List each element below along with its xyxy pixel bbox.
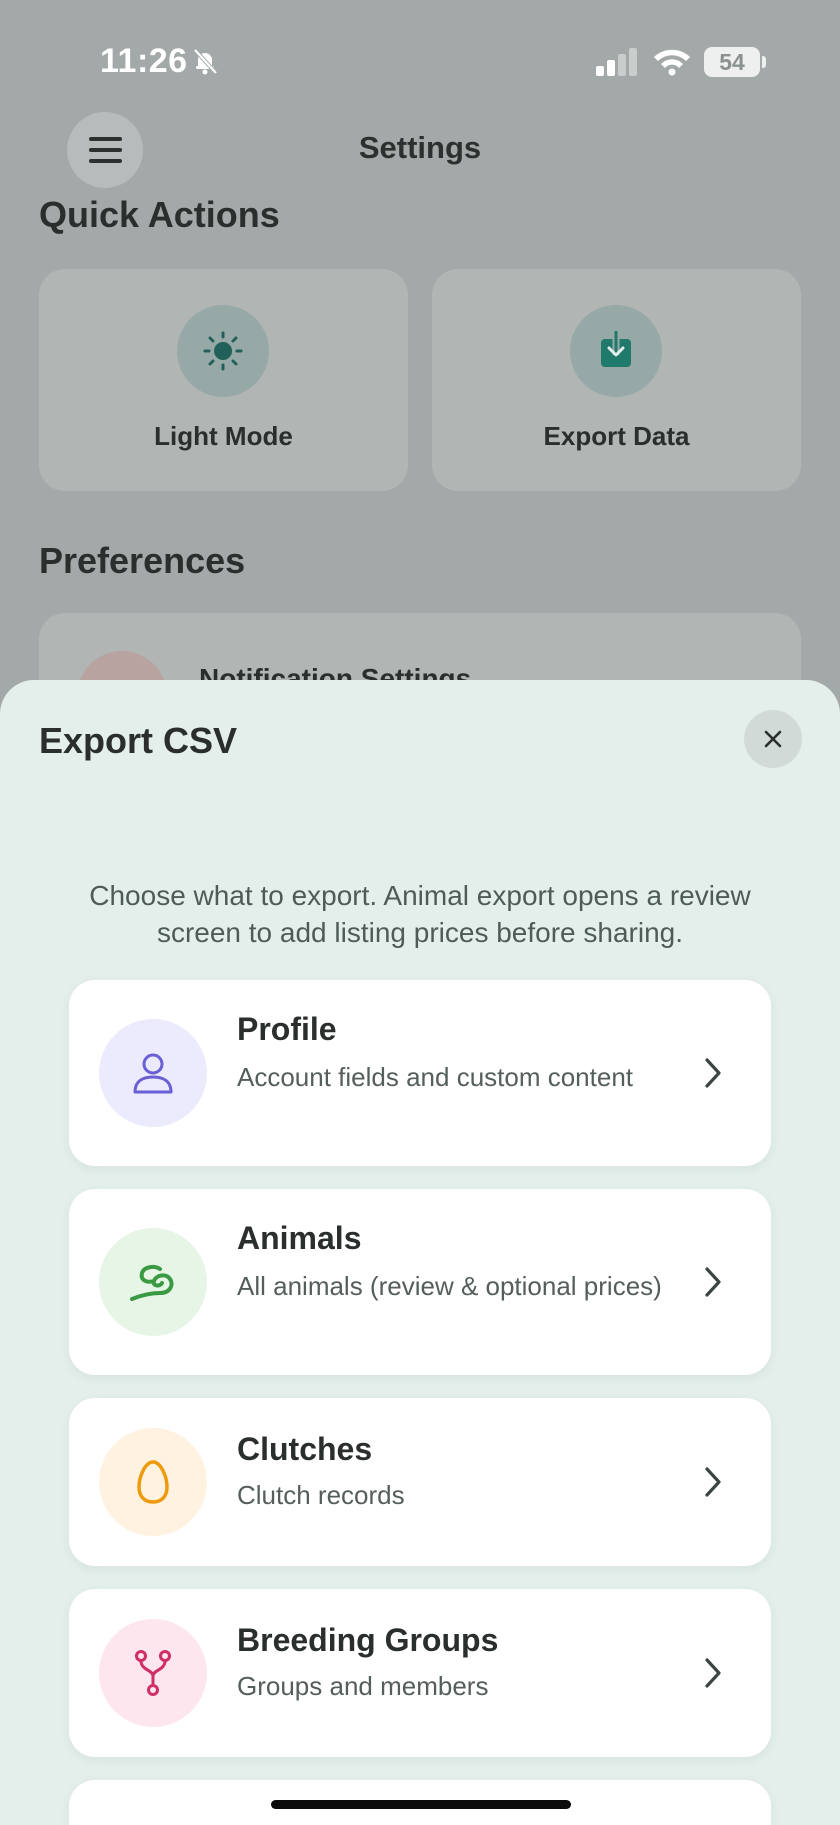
wifi-icon [654,49,690,76]
cellular-signal-icon [596,48,637,76]
close-button[interactable] [744,710,802,768]
export-clutches-option[interactable]: Clutches Clutch records [69,1398,771,1566]
sheet-description: Choose what to export. Animal export ope… [89,880,751,948]
person-icon [99,1019,207,1127]
sheet-title: Export CSV [39,720,238,761]
battery-cap [762,56,766,68]
option-title: Breeding Groups [237,1622,499,1658]
egg-icon [99,1428,207,1536]
export-breeding-groups-option[interactable]: Breeding Groups Groups and members [69,1589,771,1757]
option-title: Profile [237,1011,337,1047]
chevron-right-icon [705,1267,721,1297]
chevron-right-icon [705,1658,721,1688]
export-data-label: Export Data [543,421,690,451]
page-title: Settings [358,130,482,165]
status-bar: 11:26 54 [0,0,840,120]
status-time: 11:26 [100,42,188,80]
export-csv-sheet: Export CSV Choose what to export. Animal… [0,680,840,1825]
option-description: Account fields and custom content [237,1062,634,1092]
bell-off-icon [193,48,218,75]
snake-icon [99,1228,207,1336]
chevron-right-icon [705,1467,721,1497]
export-animals-option[interactable]: Animals All animals (review & optional p… [69,1189,771,1375]
download-icon [570,305,662,397]
option-description: Clutch records [237,1480,405,1510]
option-description: All animals (review & optional prices) [237,1271,662,1301]
export-data-card[interactable]: Export Data [432,269,801,491]
chevron-right-icon [705,1058,721,1088]
option-title: Clutches [237,1431,373,1467]
option-description: Groups and members [237,1671,489,1701]
light-mode-label: Light Mode [154,421,293,451]
option-title: Animals [237,1220,362,1256]
battery-indicator: 54 [704,47,760,77]
branch-icon [99,1619,207,1727]
home-indicator[interactable] [271,1800,571,1809]
preferences-title: Preferences [39,540,246,581]
close-icon [764,730,782,748]
light-mode-card[interactable]: Light Mode [39,269,408,491]
quick-actions-title: Quick Actions [39,194,280,235]
sun-icon [177,305,269,397]
export-profile-option[interactable]: Profile Account fields and custom conten… [69,980,771,1166]
